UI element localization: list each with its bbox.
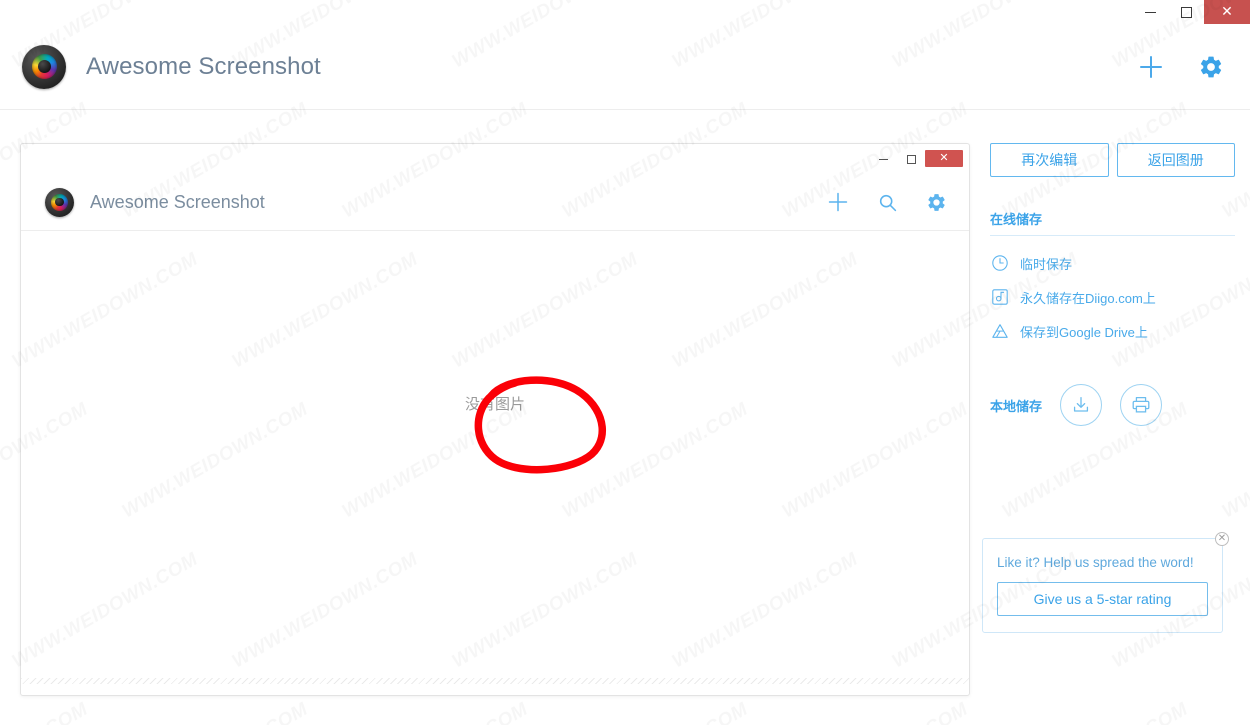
inner-window-titlebar: ✕ xyxy=(21,144,969,174)
download-icon xyxy=(1073,397,1089,412)
camera-lens-icon xyxy=(45,187,74,217)
inner-minimize-button[interactable] xyxy=(869,144,897,174)
watermark-text: WWW.WEIDOWN.COM xyxy=(339,699,533,725)
app-header: Awesome Screenshot xyxy=(0,24,1250,110)
diigo-save-item[interactable]: 永久储存在Diigo.com上 xyxy=(990,280,1235,314)
search-icon xyxy=(879,194,897,211)
panel-top-buttons: 再次编辑 返回图册 xyxy=(990,143,1235,177)
gear-icon xyxy=(928,193,945,211)
inner-window-title: Awesome Screenshot xyxy=(90,191,265,212)
minimize-icon xyxy=(1144,11,1156,13)
diigo-icon xyxy=(990,287,1010,307)
local-storage-title: 本地储存 xyxy=(990,398,1043,414)
watermark-text: WWW.WEIDOWN.COM xyxy=(559,699,753,725)
google-drive-save-label: 保存到Google Drive上 xyxy=(1020,324,1148,340)
add-button[interactable] xyxy=(827,191,849,213)
gear-icon xyxy=(1200,56,1222,77)
google-drive-save-item[interactable]: 保存到Google Drive上 xyxy=(990,314,1235,348)
maximize-icon xyxy=(906,154,916,164)
download-button[interactable] xyxy=(1060,384,1103,426)
empty-state-label: 没有图片 xyxy=(464,396,526,413)
minimize-icon xyxy=(878,158,888,160)
window-minimize-button[interactable] xyxy=(1132,0,1168,24)
header-actions xyxy=(1138,54,1224,80)
inner-maximize-button[interactable] xyxy=(897,144,925,174)
plus-icon xyxy=(1140,55,1162,78)
window-maximize-button[interactable] xyxy=(1168,0,1204,24)
watermark-text: WWW.WEIDOWN.COM xyxy=(1219,699,1250,725)
red-circle-annotation xyxy=(474,376,606,474)
app-brand: Awesome Screenshot xyxy=(22,44,321,89)
close-icon: ✕ xyxy=(1221,4,1233,20)
rating-promo-text: Like it? Help us spread the word! xyxy=(997,555,1194,570)
window-titlebar: ✕ xyxy=(0,0,1250,24)
page-title: Awesome Screenshot xyxy=(86,52,321,80)
temporary-save-label: 临时保存 xyxy=(1020,256,1073,272)
side-panel: 再次编辑 返回图册 在线储存 临时保存 永久储存在Diigo.com上 保存到G… xyxy=(990,143,1235,426)
printer-icon xyxy=(1132,397,1150,413)
watermark-text: WWW.WEIDOWN.COM xyxy=(119,699,313,725)
online-storage-title: 在线储存 xyxy=(990,209,1235,236)
app-root: ✕ Awesome Screenshot ✕ Awesome Screensho… xyxy=(0,0,1250,725)
local-storage-row: 本地储存 xyxy=(990,384,1235,426)
diigo-save-label: 永久储存在Diigo.com上 xyxy=(1020,290,1156,306)
add-button[interactable] xyxy=(1138,54,1164,80)
close-icon: ✕ xyxy=(939,152,949,164)
inner-close-button[interactable]: ✕ xyxy=(925,150,963,167)
screenshot-preview-window: ✕ Awesome Screenshot 没有图片 xyxy=(20,143,970,696)
window-close-button[interactable]: ✕ xyxy=(1204,0,1250,24)
screenshot-canvas[interactable]: 没有图片 xyxy=(21,231,969,695)
clock-icon xyxy=(990,253,1010,273)
settings-button[interactable] xyxy=(1198,54,1224,80)
camera-lens-icon xyxy=(22,44,66,89)
inner-window-actions xyxy=(827,191,947,213)
search-button[interactable] xyxy=(877,192,898,213)
google-drive-icon xyxy=(990,321,1010,341)
back-to-album-button[interactable]: 返回图册 xyxy=(1116,143,1235,177)
watermark-text: WWW.WEIDOWN.COM xyxy=(999,699,1193,725)
maximize-icon xyxy=(1180,6,1192,18)
edit-again-button[interactable]: 再次编辑 xyxy=(990,143,1109,177)
inner-window-header: Awesome Screenshot xyxy=(21,174,969,231)
watermark-text: WWW.WEIDOWN.COM xyxy=(779,699,973,725)
plus-icon xyxy=(828,192,848,212)
give-rating-button[interactable]: Give us a 5-star rating xyxy=(997,582,1208,616)
rating-promo-box: ✕ Like it? Help us spread the word! Give… xyxy=(982,532,1229,633)
temporary-save-item[interactable]: 临时保存 xyxy=(990,246,1235,280)
close-icon[interactable]: ✕ xyxy=(1215,532,1229,546)
watermark-text: WWW.WEIDOWN.COM xyxy=(0,699,92,725)
canvas-footer-divider xyxy=(21,678,969,684)
print-button[interactable] xyxy=(1120,384,1163,426)
settings-button[interactable] xyxy=(926,192,947,213)
online-storage-list: 临时保存 永久储存在Diigo.com上 保存到Google Drive上 xyxy=(990,246,1235,348)
